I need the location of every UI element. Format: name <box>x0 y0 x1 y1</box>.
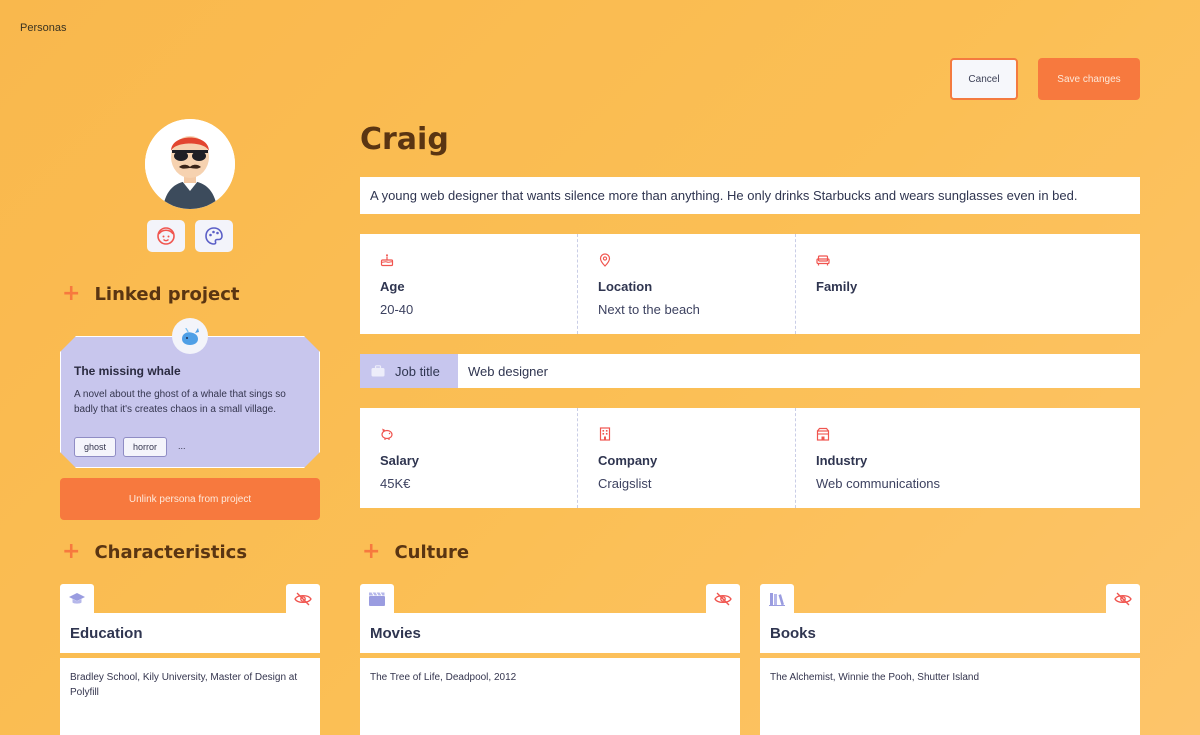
company-value: Craigslist <box>598 476 652 491</box>
edit-colors-button[interactable] <box>195 220 233 252</box>
books-title: Books <box>760 613 1140 653</box>
age-value: 20-40 <box>380 302 414 317</box>
eye-off-icon <box>1114 592 1132 606</box>
piggy-bank-icon <box>381 428 393 440</box>
whale-icon <box>182 327 199 345</box>
avatar <box>145 119 235 209</box>
hide-education-button[interactable] <box>286 584 320 614</box>
characteristics-heading: + Characteristics <box>62 539 248 564</box>
location-label: Location <box>598 279 653 294</box>
cancel-button[interactable]: Cancel <box>950 58 1018 100</box>
movies-title: Movies <box>360 613 740 653</box>
hide-movies-button[interactable] <box>706 584 740 614</box>
movies-card[interactable]: Movies The Tree of Life, Deadpool, 2012 <box>360 584 740 735</box>
industry-label: Industry <box>816 453 868 468</box>
cake-icon <box>380 254 394 267</box>
clapperboard-icon <box>369 592 385 606</box>
info-cell-industry[interactable]: Industry Web communications <box>796 408 1140 508</box>
company-label: Company <box>598 453 658 468</box>
briefcase-icon <box>371 365 385 377</box>
location-pin-icon <box>599 253 611 267</box>
industry-value: Web communications <box>816 476 941 491</box>
books-body[interactable]: The Alchemist, Winnie the Pooh, Shutter … <box>760 658 1140 735</box>
age-label: Age <box>380 279 405 294</box>
sofa-icon <box>816 255 830 266</box>
graduation-cap-icon <box>69 593 85 604</box>
tag-horror[interactable]: horror <box>123 437 168 457</box>
job-title-label: Job title <box>395 363 440 379</box>
education-tab <box>60 584 94 614</box>
factory-icon <box>816 427 830 441</box>
eye-off-icon <box>714 592 732 606</box>
tag-ghost[interactable]: ghost <box>74 437 117 457</box>
job-title-row[interactable]: Job title Web designer <box>360 354 1140 388</box>
add-linked-project-icon[interactable]: + <box>62 283 80 305</box>
eye-off-icon <box>294 592 312 606</box>
building-icon <box>599 427 611 441</box>
save-changes-button[interactable]: Save changes <box>1038 58 1140 100</box>
info-cell-family[interactable]: Family <box>796 234 1140 334</box>
avatar-illustration <box>145 119 235 209</box>
add-characteristic-icon[interactable]: + <box>62 541 80 563</box>
movies-tab <box>360 584 394 614</box>
palette-icon <box>205 227 223 245</box>
culture-heading: + Culture <box>362 539 470 564</box>
face-icon <box>157 227 175 245</box>
persona-name[interactable]: Craig <box>360 122 449 157</box>
books-tab <box>760 584 794 614</box>
education-title: Education <box>60 613 320 653</box>
books-card[interactable]: Books The Alchemist, Winnie the Pooh, Sh… <box>760 584 1140 735</box>
persona-description[interactable]: A young web designer that wants silence … <box>360 177 1140 214</box>
add-culture-icon[interactable]: + <box>362 541 380 563</box>
location-value: Next to the beach <box>598 302 700 317</box>
education-card[interactable]: Education Bradley School, Kily Universit… <box>60 584 320 735</box>
breadcrumb[interactable]: Personas <box>20 22 66 34</box>
books-icon <box>769 593 785 606</box>
info-cell-age[interactable]: Age 20-40 <box>360 234 578 334</box>
unlink-persona-button[interactable]: Unlink persona from project <box>60 478 320 520</box>
project-description: A novel about the ghost of a whale that … <box>74 389 286 415</box>
salary-label: Salary <box>380 453 420 468</box>
linked-project-heading: + Linked project <box>62 281 240 306</box>
info-cell-company[interactable]: Company Craigslist <box>578 408 796 508</box>
movies-body[interactable]: The Tree of Life, Deadpool, 2012 <box>360 658 740 735</box>
salary-value: 45K€ <box>380 476 411 491</box>
job-title-label-box: Job title <box>360 354 458 388</box>
info-cell-location[interactable]: Location Next to the beach <box>578 234 796 334</box>
job-title-value[interactable]: Web designer <box>458 354 548 388</box>
more-tags[interactable]: ... <box>178 441 186 451</box>
edit-face-button[interactable] <box>147 220 185 252</box>
info-row-demographics: Age 20-40 Location Next to the beach Fam… <box>360 234 1140 334</box>
project-title: The missing whale <box>74 364 181 378</box>
family-label: Family <box>816 279 858 294</box>
info-row-work: Salary 45K€ Company Craigslist Industry … <box>360 408 1140 508</box>
education-body[interactable]: Bradley School, Kily University, Master … <box>60 658 320 735</box>
info-cell-salary[interactable]: Salary 45K€ <box>360 408 578 508</box>
project-icon <box>172 318 208 354</box>
hide-books-button[interactable] <box>1106 584 1140 614</box>
